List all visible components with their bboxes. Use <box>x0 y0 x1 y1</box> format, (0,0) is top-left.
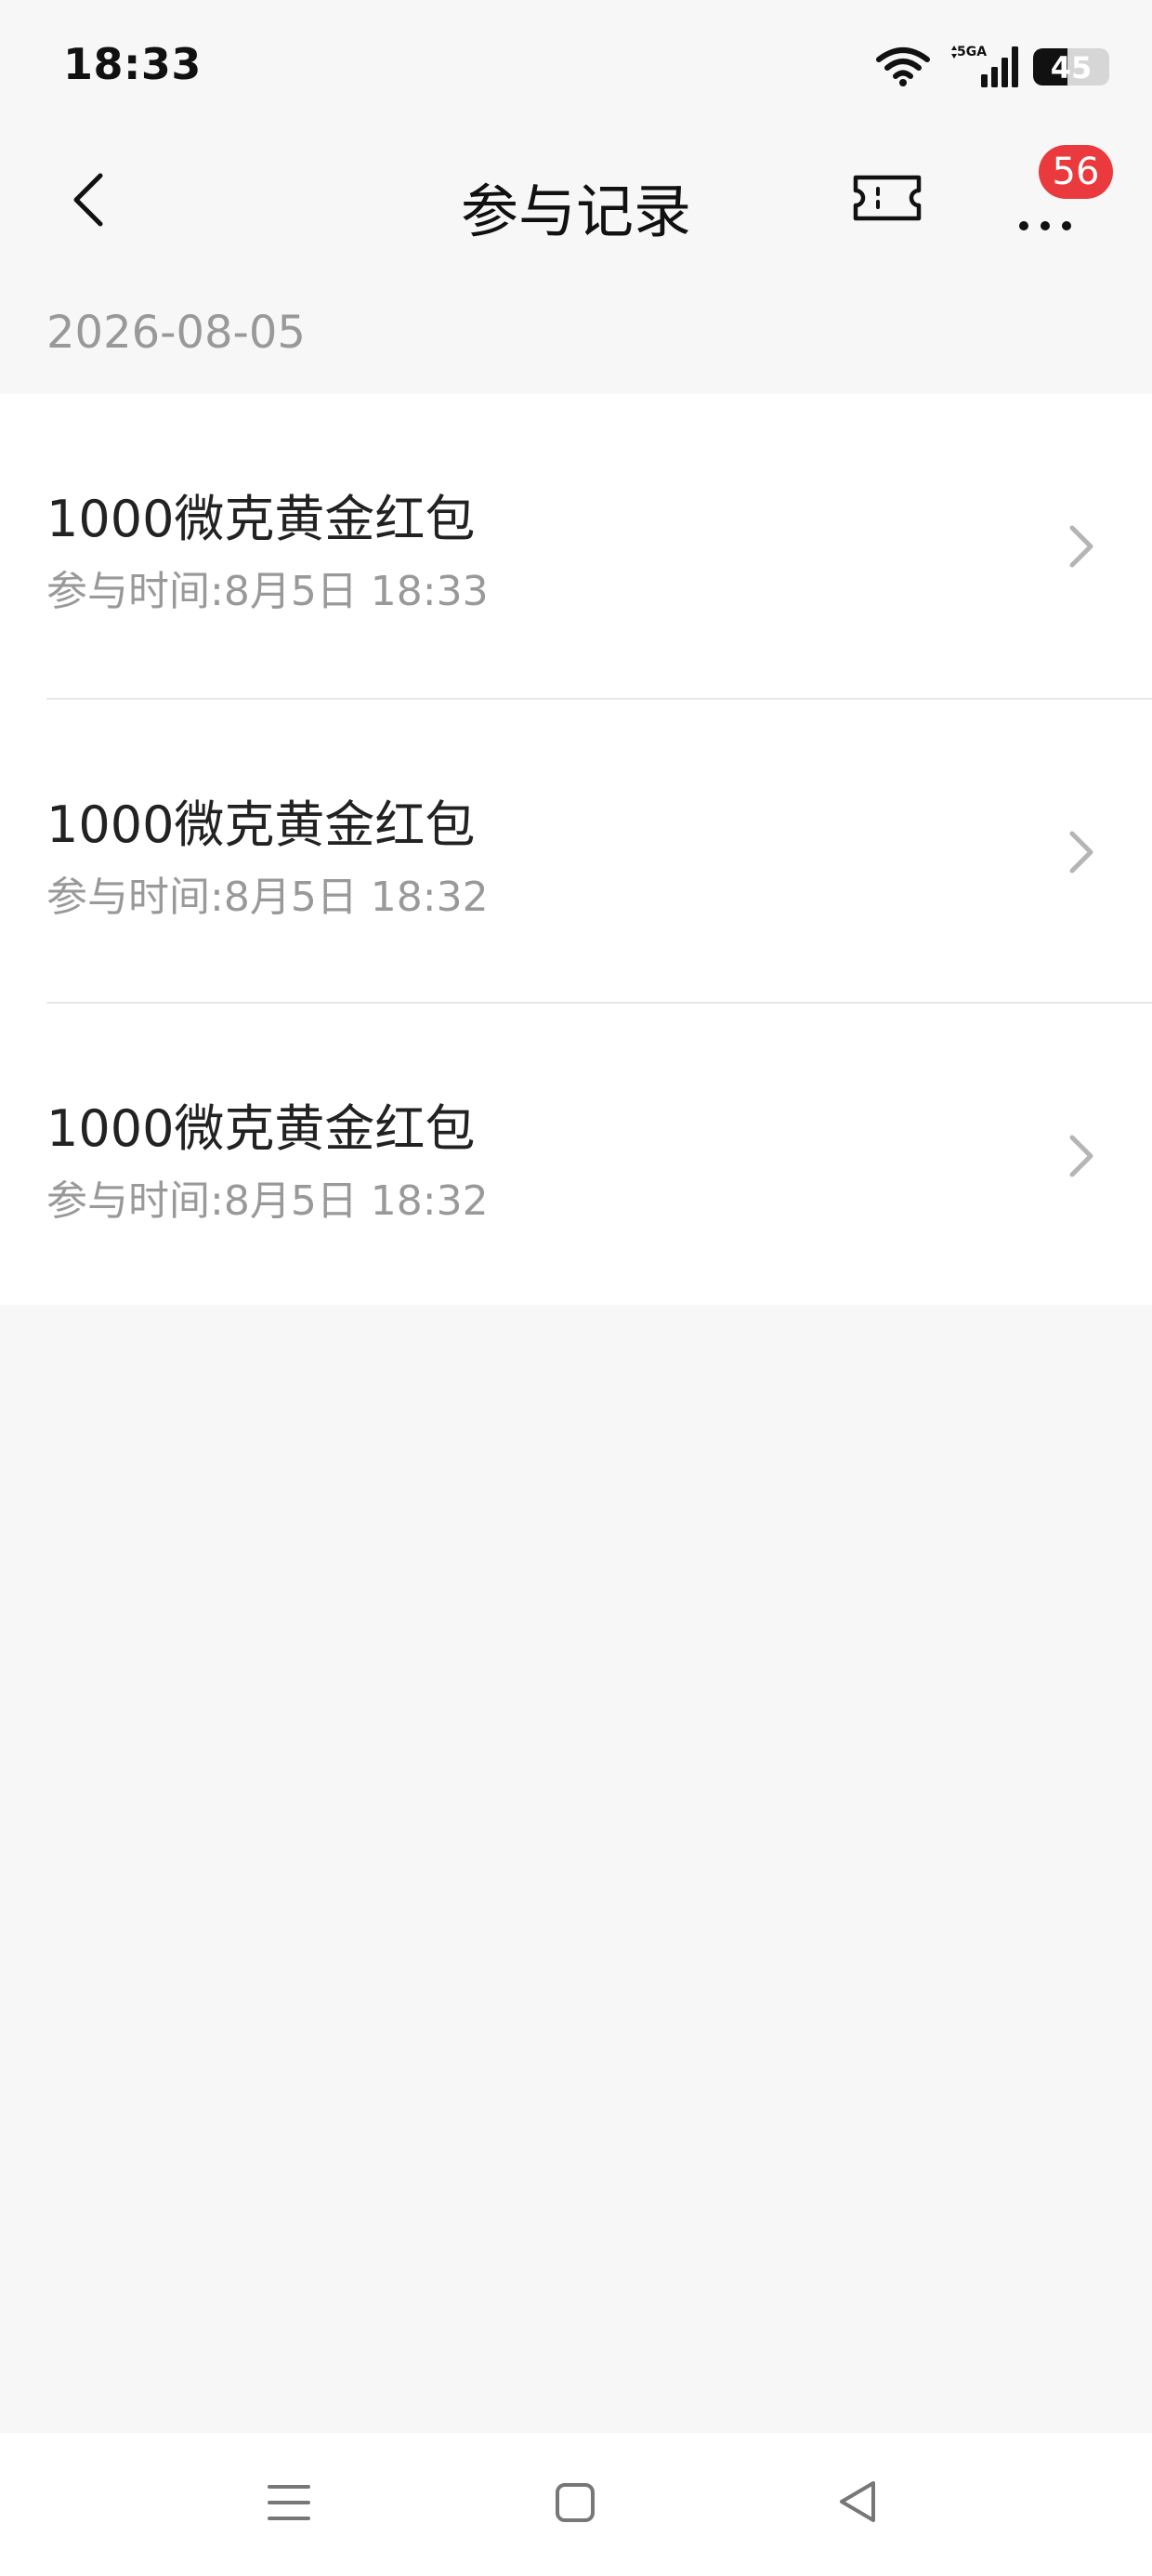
record-time: 参与时间:8月5日 18:32 <box>46 874 489 921</box>
battery-icon: 45 <box>1033 48 1109 85</box>
record-time: 参与时间:8月5日 18:33 <box>46 568 489 615</box>
chevron-right-icon <box>1069 831 1093 874</box>
square-home-icon[interactable] <box>554 2481 596 2524</box>
ticket-icon <box>853 175 922 221</box>
record-list: 1000微克黄金红包 参与时间:8月5日 18:33 1000微克黄金红包 参与… <box>0 394 1152 1305</box>
record-item[interactable]: 1000微克黄金红包 参与时间:8月5日 18:33 <box>0 394 1152 698</box>
wifi-icon <box>876 47 930 86</box>
notification-badge: 56 <box>1039 145 1113 199</box>
participation-records-page: 18:33 5GA 45 参与记录 56 2026-08-05 1000微克黄金… <box>0 0 1152 2576</box>
triangle-back-icon[interactable] <box>836 2477 879 2526</box>
chevron-right-icon <box>1069 525 1093 568</box>
record-item[interactable]: 1000微克黄金红包 参与时间:8月5日 18:32 <box>46 698 1152 1002</box>
signal-5ga-icon: 5GA <box>951 45 1018 87</box>
top-nav-bar: 参与记录 <box>0 135 1152 269</box>
record-item[interactable]: 1000微克黄金红包 参与时间:8月5日 18:32 <box>46 1002 1152 1306</box>
date-header: 2026-08-05 <box>46 307 306 359</box>
status-time: 18:33 <box>63 39 202 89</box>
chevron-right-icon <box>1069 1135 1093 1177</box>
ticket-button[interactable] <box>850 168 924 228</box>
system-nav-bar <box>0 2433 1152 2576</box>
record-title: 1000微克黄金红包 <box>46 795 476 854</box>
record-time: 参与时间:8月5日 18:32 <box>46 1177 489 1225</box>
more-dots-icon <box>1019 221 1071 230</box>
network-label: 5GA <box>957 45 987 59</box>
menu-lines-icon[interactable] <box>266 2481 312 2524</box>
status-bar: 18:33 5GA 45 <box>0 0 1152 135</box>
page-title: 参与记录 <box>460 177 691 245</box>
record-title: 1000微克黄金红包 <box>46 490 476 548</box>
battery-level: 45 <box>1050 50 1093 85</box>
record-title: 1000微克黄金红包 <box>46 1099 476 1158</box>
